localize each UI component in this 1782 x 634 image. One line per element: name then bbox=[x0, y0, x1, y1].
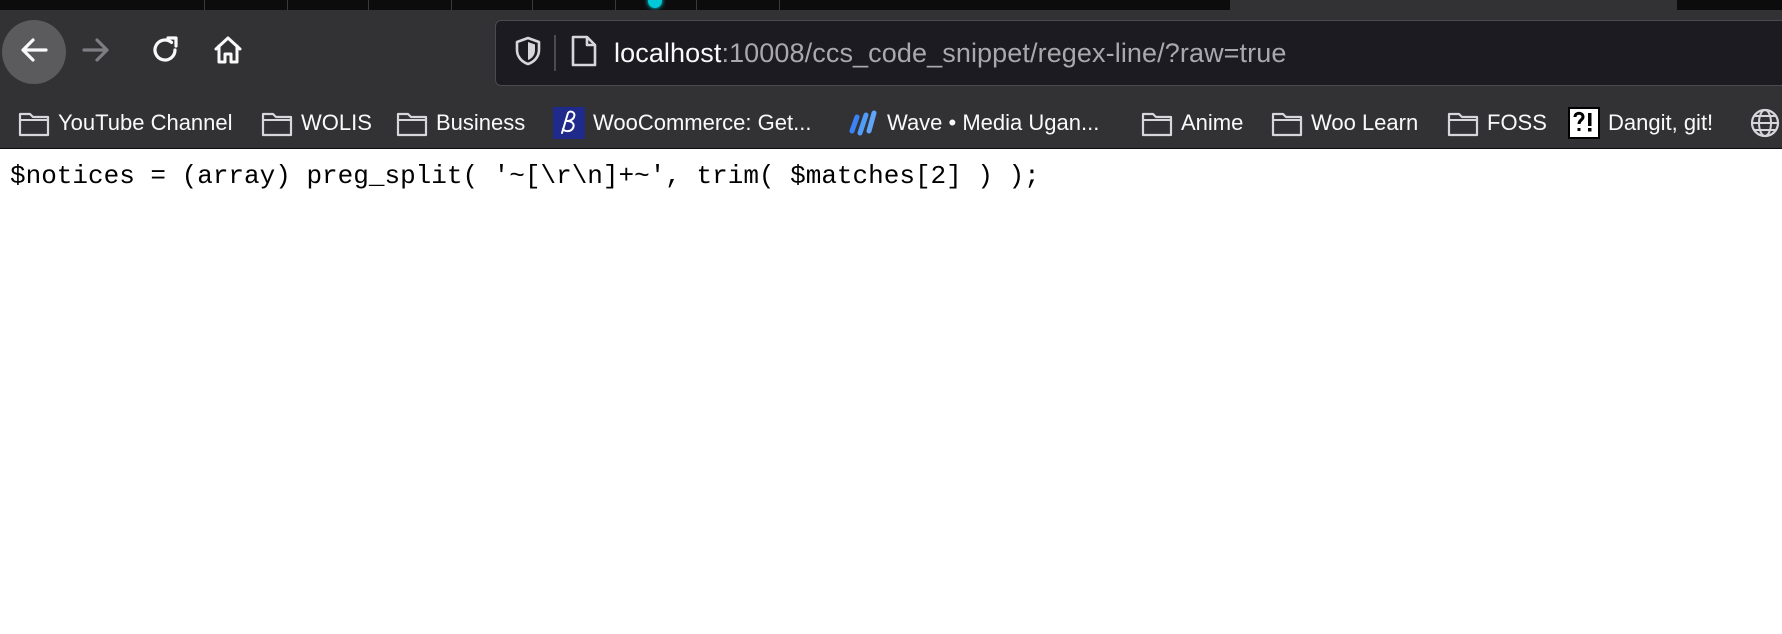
tracking-protection-button[interactable] bbox=[510, 35, 546, 71]
woocommerce-logo-icon bbox=[553, 107, 585, 139]
url-text[interactable]: localhost:10008/ccs_code_snippet/regex-l… bbox=[614, 35, 1286, 71]
folder-icon bbox=[1141, 107, 1173, 139]
globe-icon bbox=[1749, 107, 1781, 139]
navigation-toolbar: localhost:10008/ccs_code_snippet/regex-l… bbox=[0, 10, 1782, 98]
reload-icon bbox=[149, 34, 181, 71]
bookmark-label: WooCommerce: Get... bbox=[593, 110, 812, 135]
tab[interactable] bbox=[0, 0, 205, 10]
wave-logo-icon bbox=[847, 107, 879, 139]
bookmark-label: Wave • Media Ugan... bbox=[887, 110, 1100, 135]
bookmark-label: Anime bbox=[1181, 110, 1244, 135]
bookmark-label: WOLIS bbox=[301, 110, 372, 135]
site-info-button[interactable] bbox=[566, 33, 602, 73]
reload-button[interactable] bbox=[141, 28, 189, 76]
url-bar[interactable]: localhost:10008/ccs_code_snippet/regex-l… bbox=[495, 20, 1782, 86]
bookmark-woo-learn[interactable]: Woo Learn bbox=[1271, 98, 1418, 148]
bookmark-foss[interactable]: FOSS bbox=[1447, 98, 1547, 148]
url-path: :10008/ccs_code_snippet/regex-line/?raw=… bbox=[721, 38, 1287, 68]
tab[interactable] bbox=[697, 0, 780, 10]
tab[interactable] bbox=[533, 0, 616, 10]
bookmark-label: Woo Learn bbox=[1311, 110, 1419, 135]
code-snippet: $notices = (array) preg_split( '~[\r\n]+… bbox=[10, 161, 1040, 191]
tab[interactable] bbox=[452, 0, 533, 10]
bookmark-wolis[interactable]: WOLIS bbox=[261, 98, 372, 148]
bookmark-business[interactable]: Business bbox=[396, 98, 525, 148]
bookmark-anime[interactable]: Anime bbox=[1141, 98, 1243, 148]
folder-icon bbox=[18, 107, 50, 139]
tab[interactable] bbox=[205, 0, 288, 10]
folder-icon bbox=[1271, 107, 1303, 139]
tab-strip bbox=[0, 0, 1782, 10]
folder-icon bbox=[396, 107, 428, 139]
bookmark-globe[interactable] bbox=[1749, 98, 1781, 148]
bookmark-label: Business bbox=[436, 110, 526, 135]
dangit-git-logo-icon bbox=[1568, 107, 1600, 139]
bookmark-wave-media[interactable]: Wave • Media Ugan... bbox=[847, 98, 1099, 148]
forward-arrow-icon bbox=[80, 34, 112, 71]
home-icon bbox=[212, 34, 244, 71]
bookmark-woocommerce[interactable]: WooCommerce: Get... bbox=[553, 98, 811, 148]
back-arrow-icon bbox=[18, 34, 50, 71]
bookmark-label: Dangit, git! bbox=[1608, 110, 1714, 135]
bookmark-youtube-channel[interactable]: YouTube Channel bbox=[18, 98, 233, 148]
home-button[interactable] bbox=[204, 28, 252, 76]
folder-icon bbox=[1447, 107, 1479, 139]
folder-icon bbox=[261, 107, 293, 139]
bookmarks-toolbar: YouTube Channel WOLIS Business WooCommer… bbox=[0, 98, 1782, 149]
page-icon bbox=[570, 34, 598, 73]
active-tab[interactable] bbox=[1230, 0, 1677, 10]
tracking-protection-shield-icon bbox=[513, 35, 543, 72]
url-bar-separator bbox=[554, 35, 556, 71]
url-host: localhost bbox=[614, 38, 722, 68]
page-content: $notices = (array) preg_split( '~[\r\n]+… bbox=[0, 149, 1782, 634]
bookmark-label: FOSS bbox=[1487, 110, 1547, 135]
tab[interactable] bbox=[288, 0, 369, 10]
bookmark-label: YouTube Channel bbox=[58, 110, 233, 135]
bookmark-dangit-git[interactable]: Dangit, git! bbox=[1568, 98, 1713, 148]
tab[interactable] bbox=[369, 0, 452, 10]
forward-button[interactable] bbox=[72, 28, 120, 76]
back-button[interactable] bbox=[2, 20, 66, 84]
